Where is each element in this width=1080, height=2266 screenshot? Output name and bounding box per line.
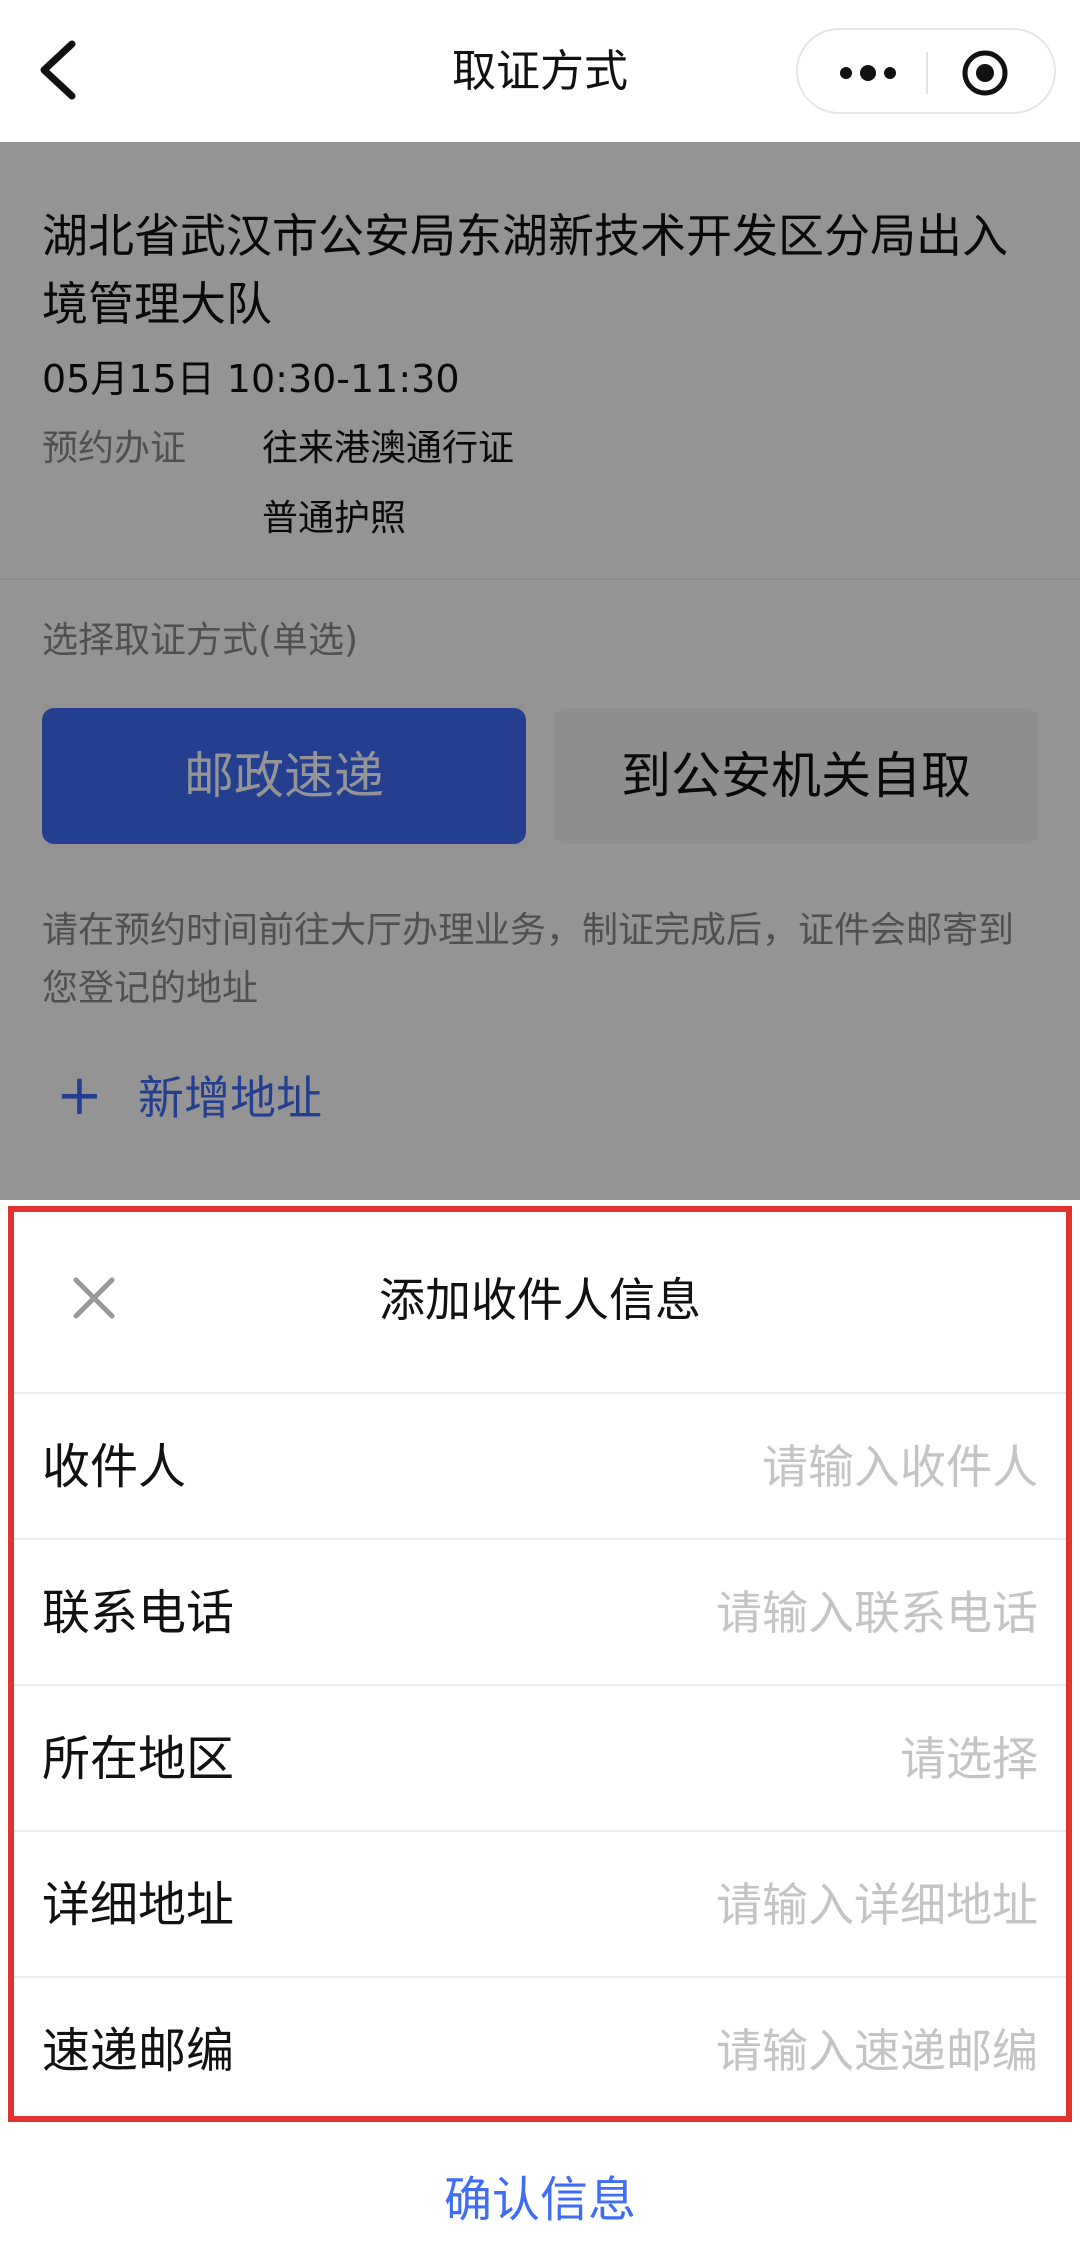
field-label: 详细地址: [42, 1877, 235, 1933]
field-placeholder[interactable]: 请输入详细地址: [716, 1872, 1038, 1938]
field-placeholder[interactable]: 请输入收件人: [762, 1434, 1038, 1500]
field-placeholder[interactable]: 请输入联系电话: [716, 1580, 1038, 1646]
field-placeholder[interactable]: 请选择: [900, 1726, 1038, 1792]
mini-program-capsule: [796, 28, 1056, 114]
more-dots-icon[interactable]: [828, 48, 908, 98]
capsule-divider: [926, 52, 928, 94]
nav-bar: 取证方式: [0, 0, 1080, 142]
field-label: 联系电话: [42, 1585, 235, 1641]
confirm-button[interactable]: 确认信息: [0, 2140, 1080, 2260]
recipient-field[interactable]: 收件人 请输入收件人: [14, 1392, 1066, 1538]
field-label: 所在地区: [42, 1731, 235, 1787]
detail-address-field[interactable]: 详细地址 请输入详细地址: [14, 1830, 1066, 1976]
recipient-sheet: 添加收件人信息 收件人 请输入收件人 联系电话 请输入联系电话 所在地区 请选择…: [0, 1200, 1080, 2266]
region-field[interactable]: 所在地区 请选择: [14, 1684, 1066, 1830]
target-circle-icon[interactable]: [960, 48, 1010, 98]
phone-field[interactable]: 联系电话 请输入联系电话: [14, 1538, 1066, 1684]
field-label: 速递邮编: [42, 2023, 235, 2079]
postcode-field[interactable]: 速递邮编 请输入速递邮编: [14, 1976, 1066, 2122]
sheet-title: 添加收件人信息: [379, 1273, 701, 1327]
field-placeholder[interactable]: 请输入速递邮编: [716, 2018, 1038, 2084]
sheet-header: 添加收件人信息: [14, 1212, 1066, 1392]
field-label: 收件人: [42, 1439, 187, 1495]
